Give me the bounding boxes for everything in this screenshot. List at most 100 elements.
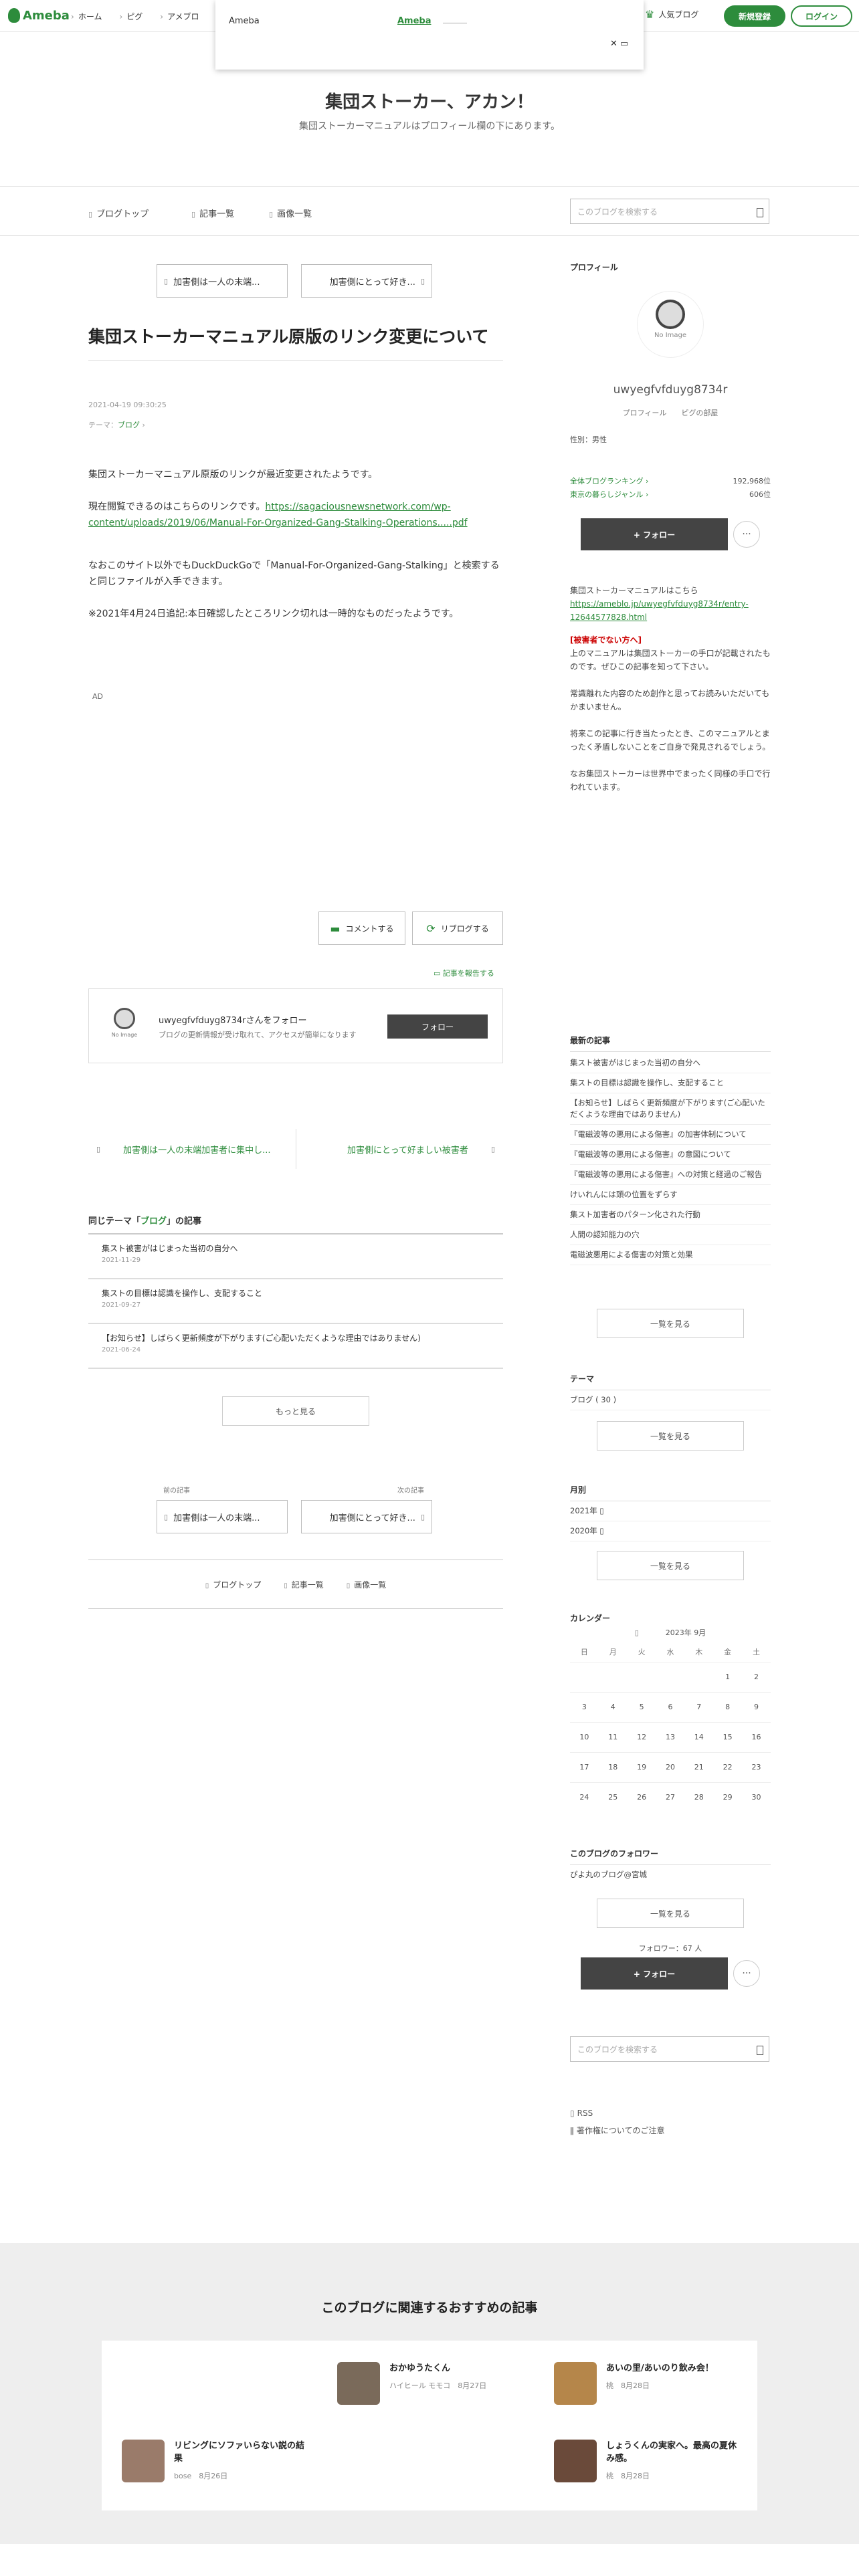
month-item[interactable]: 2021年 ▯ <box>570 1501 771 1521</box>
recent-item[interactable]: 『電磁波等の悪用による傷害』の加害体制について <box>570 1125 771 1145</box>
nav-image-list[interactable]: 画像一覧 <box>269 207 312 219</box>
blog-search-input[interactable]: このブログを検索する <box>570 199 769 224</box>
monthly-list-all-button[interactable]: 一覧を見る <box>597 1551 744 1580</box>
followers-list-all-button[interactable]: 一覧を見る <box>597 1899 744 1928</box>
recommend-section: このブログに関連するおすすめの記事 おかゆうたくん ハイヒール モモコ 8月27日… <box>0 2243 859 2544</box>
monthly-heading: 月別 <box>570 1484 771 1501</box>
ranking-overall[interactable]: 全体ブログランキング › 192,968位 <box>570 475 771 486</box>
more-button[interactable]: もっと見る <box>222 1396 369 1426</box>
nav-entry-list[interactable]: 記事一覧 <box>284 1579 324 1590</box>
comment-icon: ▬ <box>330 922 341 935</box>
nav-blog-top[interactable]: ブログトップ <box>205 1579 261 1590</box>
article-date: 2021-04-19 09:30:25 <box>88 401 167 409</box>
article-paragraph: 集団ストーカーマニュアル原版のリンクが最近変更されたようです。 <box>88 469 378 480</box>
page-bottom <box>0 2544 859 2576</box>
prev-label: 前の記事 <box>163 1487 190 1495</box>
follower-item[interactable]: ぴよ丸のブログ@宮城 <box>570 1865 771 1885</box>
month-item[interactable]: 2020年 ▯ <box>570 1521 771 1541</box>
sidebar-search-input[interactable]: このブログを検索する <box>570 2036 769 2062</box>
calendar-prev-button[interactable]: ▯ <box>635 1628 639 1637</box>
nav-pigg[interactable]: ピグ <box>119 11 142 22</box>
adjacent-prev-link[interactable]: 加害側は一人の末端加害者に集中し... <box>88 1129 296 1169</box>
theme-item[interactable]: ブログ ( 30 ) <box>570 1390 771 1410</box>
recent-item[interactable]: 集ストの目標は認識を操作し、支配すること <box>570 1073 771 1093</box>
monthly-list: 2021年 ▯ 2020年 ▯ <box>570 1501 771 1541</box>
calendar-month: ▯ 2023年 9月 <box>634 1628 706 1637</box>
copyright-link[interactable]: ǁ 著作権についてのご注意 <box>570 2125 665 2136</box>
manual-entry-link[interactable]: https://ameblo.jp/uwyegfvfduyg8734r/entr… <box>570 599 749 622</box>
recommend-item[interactable]: あいの里/あいのり飲み会！桃 8月28日 <box>554 2362 740 2405</box>
calendar-grid: 日月火水木金土 12 3456789 10 11 12 13 14 15 16 17 18 19… <box>570 1642 771 1812</box>
report-link[interactable]: ▭ 記事を報告する <box>434 968 494 978</box>
prev-article-button[interactable]: 加害側は一人の末端... <box>157 264 288 298</box>
popup-close-button[interactable]: ✕ ▭ <box>610 39 628 49</box>
follow-button[interactable]: フォロー <box>387 1014 488 1039</box>
ameba-logo[interactable]: Ameba <box>8 8 70 23</box>
list-item[interactable]: 集スト被害がはじまった当初の自分へ 2021-11-29 <box>88 1235 503 1279</box>
article-paragraph: なおこのサイト以外でもDuckDuckGoで「Manual-For-Organi… <box>88 560 500 587</box>
recent-item[interactable]: 集スト加害者のパターン化された行動 <box>570 1205 771 1225</box>
copyright-icon: ǁ <box>570 2126 574 2135</box>
recent-item[interactable]: 集スト被害がはじまった当初の自分へ <box>570 1053 771 1073</box>
theme-list-all-button[interactable]: 一覧を見る <box>597 1421 744 1451</box>
article-title[interactable]: 集団ストーカーマニュアル原版のリンク変更について <box>88 324 503 361</box>
avatar-placeholder-icon <box>656 300 685 329</box>
recent-item[interactable]: 『電磁波等の悪用による傷害』への対策と経過のご報告 <box>570 1165 771 1185</box>
recommend-thumbnail <box>122 2440 165 2482</box>
login-button[interactable]: ログイン <box>791 5 852 27</box>
list-item[interactable]: 【お知らせ】しばらく更新頻度が下がります(ご心配いただくような理由ではありません… <box>88 1324 503 1369</box>
follower-list: ぴよ丸のブログ@宮城 <box>570 1865 771 1885</box>
theme-link[interactable]: ブログ <box>118 421 140 429</box>
register-button[interactable]: 新規登録 <box>724 5 785 27</box>
popular-blog-link[interactable]: ♛ 人気ブログ <box>645 8 698 21</box>
recommend-thumbnail <box>554 2362 597 2405</box>
reblog-button[interactable]: ⟳ リブログする <box>412 911 503 945</box>
profile-heading: プロフィール <box>570 263 618 272</box>
follow-box: No Image uwyegfvfduyg8734rさんをフォロー ブログの更新… <box>88 988 503 1063</box>
recommend-heading: このブログに関連するおすすめの記事 <box>321 2300 538 2315</box>
adjacent-next-link[interactable]: 加害側にとって好ましい被害者 <box>296 1129 504 1169</box>
ranking-genre[interactable]: 東京の暮らしジャンル › 606位 <box>570 489 771 500</box>
recommend-item[interactable]: おかゆうたくん ハイヒール モモコ 8月27日 <box>337 2362 523 2405</box>
search-icon[interactable] <box>757 2046 763 2055</box>
sidebar-free-text: 集団ストーカーマニュアルはこちら https://ameblo.jp/uwyeg… <box>570 586 771 792</box>
recent-item[interactable]: けいれんには頭の位置をずらす <box>570 1185 771 1205</box>
next-article-button[interactable]: 加害側にとって好き... <box>301 264 432 298</box>
ad-label: AD <box>92 692 103 701</box>
search-icon[interactable] <box>757 208 763 217</box>
nav-home[interactable]: ホーム <box>71 11 102 22</box>
profile-avatar[interactable]: No Image <box>637 291 704 358</box>
recommend-item[interactable]: しょうくんの実家へ。最高の夏休み感。桃 8月28日 <box>554 2440 740 2482</box>
sidebar-follow-button[interactable]: + フォロー <box>581 518 728 550</box>
notice-heading: [被害者でない方へ] <box>570 635 642 645</box>
recent-item[interactable]: 『電磁波等の悪用による傷害』の意図について <box>570 1145 771 1165</box>
sidebar-follow-button[interactable]: + フォロー <box>581 1957 728 1990</box>
profile-username[interactable]: uwyegfvfduyg8734r <box>570 383 771 397</box>
blog-nav: ブログトップ 記事一覧 画像一覧 このブログを検索する <box>0 187 859 236</box>
same-theme-section: 同じテーマ「ブログ」の記事 集スト被害がはじまった当初の自分へ 2021-11-2… <box>88 1214 503 1369</box>
follower-count: フォロワー：67 人 <box>638 1944 702 1953</box>
recent-item[interactable]: 人間の認知能力の穴 <box>570 1225 771 1245</box>
nav-ameblo[interactable]: アメブロ <box>160 11 199 22</box>
recent-item[interactable]: 【お知らせ】しばらく更新頻度が下がります(ご心配いただくような理由ではありません… <box>570 1093 771 1125</box>
same-theme-heading: 同じテーマ「ブログ」の記事 <box>88 1214 503 1235</box>
article-body: 集団ストーカーマニュアル原版のリンクが最近変更されたようです。 現在閲覧できるの… <box>88 467 503 638</box>
nav-entry-list[interactable]: 記事一覧 <box>191 207 234 219</box>
profile-links[interactable]: プロフィール ピグの部屋 <box>570 407 771 418</box>
next-article-button[interactable]: 加害側にとって好き... <box>301 1500 432 1533</box>
prev-article-button[interactable]: 加害側は一人の末端... <box>157 1500 288 1533</box>
recent-list-all-button[interactable]: 一覧を見る <box>597 1309 744 1338</box>
more-options-button[interactable]: ··· <box>733 1960 760 1987</box>
more-options-button[interactable]: ··· <box>733 521 760 548</box>
recent-item[interactable]: 電磁波悪用による傷害の対策と効果 <box>570 1245 771 1265</box>
theme-heading: テーマ <box>570 1373 771 1390</box>
popup-link[interactable]: Ameba <box>397 16 432 26</box>
comment-button[interactable]: ▬ コメントする <box>318 911 405 945</box>
nav-blog-top[interactable]: ブログトップ <box>88 207 149 219</box>
popup-title: Ameba <box>229 16 260 26</box>
blog-title[interactable]: 集団ストーカー、アカン！ <box>0 88 859 113</box>
recommend-item[interactable]: リビングにソファいらない説の結果 bose 8月26日 <box>122 2440 308 2482</box>
nav-image-list[interactable]: 画像一覧 <box>347 1579 386 1590</box>
list-item[interactable]: 集ストの目標は認識を操作し、支配すること 2021-09-27 <box>88 1279 503 1324</box>
rss-link[interactable]: ▯ RSS <box>570 2109 593 2118</box>
